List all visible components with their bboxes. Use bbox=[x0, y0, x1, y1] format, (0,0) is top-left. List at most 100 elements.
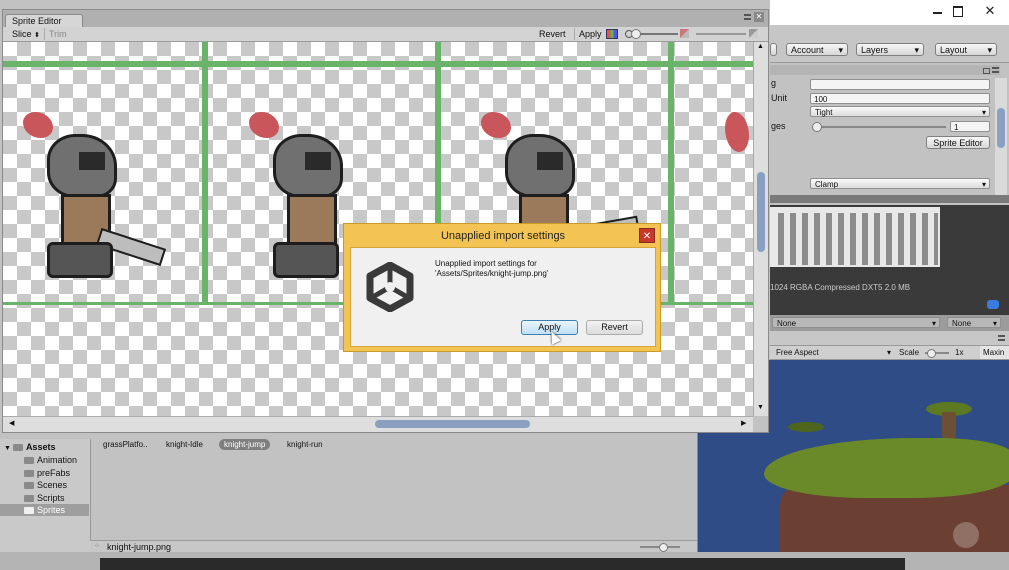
legs bbox=[47, 242, 113, 278]
extrude-slider-thumb[interactable] bbox=[812, 122, 822, 132]
wrap-mode-dropdown[interactable]: Clamp bbox=[810, 178, 990, 190]
tab-menu-icon[interactable] bbox=[998, 335, 1005, 341]
apply-button[interactable]: Apply bbox=[574, 28, 602, 40]
asset-item-knight-idle[interactable]: knight-Idle bbox=[161, 439, 208, 450]
tree-root-assets[interactable]: ▼ Assets bbox=[4, 441, 55, 453]
vertical-scrollbar[interactable]: ▲ ▼ bbox=[753, 42, 768, 416]
dialog-revert-button[interactable]: Revert bbox=[586, 320, 643, 335]
scrollbar-thumb[interactable] bbox=[997, 108, 1005, 148]
tree-item-label: preFabs bbox=[37, 468, 71, 478]
scale-label: Scale bbox=[899, 348, 920, 357]
tree-root-label: Assets bbox=[25, 442, 56, 452]
unity-logo-icon bbox=[366, 262, 414, 312]
trim-button[interactable]: Trim bbox=[44, 28, 67, 40]
folder-icon bbox=[24, 507, 34, 515]
tab-menu-icon[interactable] bbox=[992, 67, 999, 73]
close-icon[interactable]: ✕ bbox=[976, 2, 1004, 20]
zoom-slider-thumb[interactable] bbox=[631, 29, 641, 39]
play-watermark-icon bbox=[953, 522, 979, 548]
tree-item-animation[interactable]: Animation bbox=[24, 454, 77, 466]
asset-bundle-icon[interactable] bbox=[987, 300, 999, 309]
floating-island-far bbox=[788, 422, 824, 432]
cloud-button[interactable] bbox=[770, 43, 777, 56]
tree-item-prefabs[interactable]: preFabs bbox=[24, 467, 70, 479]
asset-bundle-bar: None None bbox=[770, 315, 1009, 331]
scale-slider-thumb[interactable] bbox=[927, 349, 936, 358]
layout-dropdown[interactable]: Layout ▾ bbox=[935, 43, 997, 56]
legs bbox=[273, 242, 339, 278]
tree-item-scenes[interactable]: Scenes bbox=[24, 479, 67, 491]
main-titlebar: ✕ bbox=[770, 0, 1009, 25]
preview-panel: 1024 RGBA Compressed DXT5 2.0 MB bbox=[770, 205, 1009, 315]
sprite-editor-tab[interactable]: Sprite Editor bbox=[5, 14, 83, 27]
slice-cell[interactable] bbox=[438, 42, 671, 64]
scroll-up-icon[interactable]: ▲ bbox=[757, 43, 764, 50]
vertical-scroll-thumb[interactable] bbox=[757, 172, 765, 252]
slice-cell[interactable] bbox=[205, 42, 438, 64]
tree-item-label: Scripts bbox=[37, 493, 65, 503]
icon-size-slider-thumb[interactable] bbox=[659, 543, 668, 552]
visor bbox=[305, 152, 331, 170]
sprite-editor-tab-strip bbox=[3, 10, 768, 27]
asset-item-knight-jump[interactable]: knight-jump bbox=[219, 439, 271, 450]
slice-label: Slice bbox=[12, 29, 32, 39]
project-tree: ▼ Assets Animation preFabs Scenes Scripts… bbox=[0, 439, 91, 552]
tab-menu-icon[interactable] bbox=[744, 14, 751, 20]
slice-cell[interactable] bbox=[671, 42, 753, 64]
extrude-slider-track[interactable] bbox=[816, 126, 946, 128]
knight-sprite bbox=[725, 112, 753, 282]
horizontal-scrollbar[interactable]: ◀ ▶ bbox=[3, 416, 753, 432]
tree-item-scripts[interactable]: Scripts bbox=[24, 492, 65, 504]
sprite-editor-title: Sprite Editor bbox=[12, 16, 62, 26]
layout-label: Layout bbox=[940, 45, 968, 55]
tree-item-sprites[interactable]: Sprites bbox=[0, 504, 89, 516]
asset-bundle-dropdown[interactable]: None bbox=[772, 317, 940, 329]
asset-variant-dropdown[interactable]: None bbox=[947, 317, 1001, 329]
scroll-down-icon[interactable]: ▼ bbox=[757, 404, 764, 411]
folder-icon bbox=[24, 457, 34, 465]
account-label: Account bbox=[791, 45, 824, 55]
plume bbox=[23, 112, 53, 138]
revert-button[interactable]: Revert bbox=[539, 28, 566, 40]
horizontal-scroll-thumb[interactable] bbox=[375, 420, 530, 428]
scale-value: 1x bbox=[955, 348, 964, 357]
aspect-dropdown[interactable]: Free Aspect bbox=[772, 347, 894, 358]
inspector-field-1[interactable] bbox=[810, 79, 990, 90]
unapplied-import-dialog: Unapplied import settings ✕ Unapplied im… bbox=[343, 223, 661, 352]
folder-icon bbox=[24, 470, 34, 478]
pixels-per-unit-field[interactable]: 100 bbox=[810, 93, 990, 104]
chevron-down-icon: ▾ bbox=[914, 45, 919, 55]
slice-cell[interactable] bbox=[3, 42, 205, 64]
scroll-right-icon[interactable]: ▶ bbox=[741, 419, 746, 427]
body bbox=[287, 194, 337, 246]
sprite-editor-toolbar: Slice ⬍ Trim Revert Apply bbox=[3, 27, 768, 42]
dialog-title: Unapplied import settings bbox=[440, 230, 566, 242]
restore-icon[interactable] bbox=[953, 6, 963, 17]
minimize-icon[interactable] bbox=[933, 12, 942, 14]
expand-arrow-icon[interactable]: ▼ bbox=[4, 445, 11, 452]
file-icon: ⁘ bbox=[94, 543, 100, 550]
color-channel-icon[interactable] bbox=[606, 29, 618, 39]
lock-icon[interactable] bbox=[983, 68, 990, 74]
asset-item-grass-platform[interactable]: grassPlatfo.. bbox=[98, 439, 152, 450]
slice-dropdown[interactable]: Slice ⬍ bbox=[9, 28, 43, 40]
folder-icon bbox=[12, 444, 23, 452]
window-close-icon[interactable]: ✕ bbox=[754, 12, 764, 22]
inspector-panel: g Unit 100 Tight ges 1 Sprite Editor Cla… bbox=[770, 63, 1009, 205]
dialog-close-button[interactable]: ✕ bbox=[639, 228, 655, 243]
inspector-header bbox=[770, 65, 1000, 75]
game-view-header bbox=[770, 331, 1009, 346]
layers-dropdown[interactable]: Layers ▾ bbox=[856, 43, 924, 56]
mip-icon[interactable] bbox=[680, 29, 689, 38]
folder-icon bbox=[24, 495, 34, 503]
chevron-down-icon: ⬍ bbox=[34, 32, 40, 39]
maximize-on-play-button[interactable]: Maxin bbox=[980, 346, 1009, 359]
asset-item-knight-run[interactable]: knight-run bbox=[282, 439, 328, 450]
mip-slider[interactable] bbox=[696, 33, 746, 35]
sprite-editor-button[interactable]: Sprite Editor bbox=[926, 136, 990, 149]
mesh-type-dropdown[interactable]: Tight bbox=[810, 106, 990, 118]
account-dropdown[interactable]: Account ▾ bbox=[786, 43, 848, 56]
mip-max-icon bbox=[749, 29, 758, 38]
scroll-left-icon[interactable]: ◀ bbox=[9, 419, 14, 427]
extrude-field[interactable]: 1 bbox=[950, 121, 990, 132]
